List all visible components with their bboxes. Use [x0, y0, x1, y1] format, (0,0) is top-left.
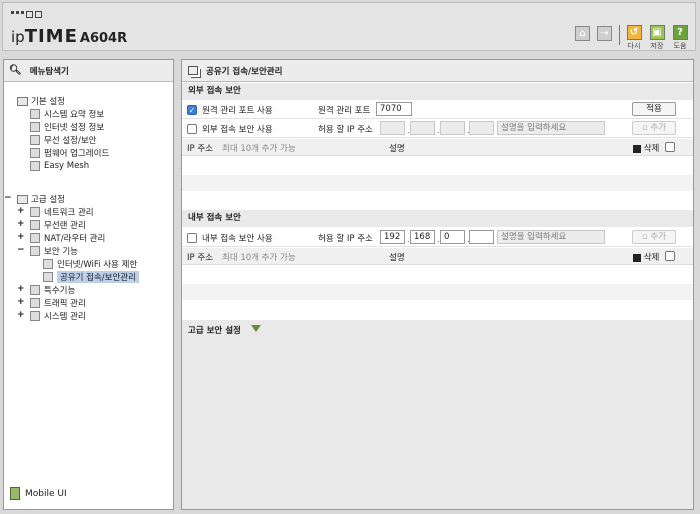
wireless-icon: [30, 135, 40, 145]
tree-item-security[interactable]: − 보안 기능: [17, 245, 78, 257]
expand-icon[interactable]: +: [17, 297, 25, 307]
page-icon: [43, 259, 53, 269]
delete-all-control[interactable]: 삭제: [633, 251, 659, 263]
logout-icon[interactable]: →: [597, 26, 612, 41]
description-input[interactable]: 설명을 입력하세요: [497, 230, 605, 244]
tree-item-system-summary[interactable]: 시스템 요약 정보: [30, 108, 104, 120]
internal-section-title: 내부 접속 보안: [182, 210, 693, 227]
menu-explorer-header: 🔍︎ 메뉴탐색기: [4, 60, 173, 82]
expand-triangle-icon[interactable]: [251, 325, 261, 332]
top-header: ipTIME A604R ⌂ → ↺ 다시 ▣ 저장 ? 도움: [2, 2, 696, 51]
windows-icon: [188, 66, 198, 75]
search-icon: 🔍︎: [9, 65, 22, 76]
empty-row: [182, 175, 693, 191]
network-icon: [30, 122, 40, 132]
collapse-icon[interactable]: −: [4, 193, 12, 203]
folder-gear-icon: [17, 96, 28, 106]
refresh-button[interactable]: ↺ 다시: [623, 25, 645, 51]
ip-octet-1[interactable]: 192: [380, 230, 405, 244]
traffic-icon: [30, 298, 40, 308]
tree-item-firmware[interactable]: 펌웨어 업그레이드: [30, 147, 109, 159]
page-title: 공유기 접속/보안관리: [206, 66, 283, 77]
main-panel: 공유기 접속/보안관리 외부 접속 보안 ✓ 원격 관리 포트 사용 원격 관리…: [181, 59, 694, 510]
save-button[interactable]: ▣ 저장: [646, 25, 668, 51]
header-divider: [619, 25, 620, 45]
tree-item-access-security[interactable]: 공유기 접속/보안관리: [43, 271, 139, 283]
select-all-checkbox[interactable]: [665, 251, 675, 261]
page-icon: [43, 272, 53, 282]
empty-row: [182, 284, 693, 300]
remote-port-row: ✓ 원격 관리 포트 사용 원격 관리 포트 7070 적용: [182, 101, 693, 119]
delete-all-control[interactable]: 삭제: [633, 142, 659, 154]
home-icon[interactable]: ⌂: [575, 26, 590, 41]
mobile-icon: [10, 487, 20, 500]
mobile-ui-link[interactable]: Mobile UI: [10, 487, 67, 500]
internal-access-checkbox[interactable]: [187, 233, 197, 243]
ip-octet-3[interactable]: [440, 121, 465, 135]
folder-icon: [30, 285, 40, 295]
mesh-icon: [30, 161, 40, 171]
plus-icon: ▫: [641, 232, 648, 242]
lock-icon: [30, 246, 40, 256]
help-icon: ?: [672, 25, 688, 40]
tree-item-system[interactable]: + 시스템 관리: [17, 310, 86, 322]
tree-item-internet-limit[interactable]: 인터넷/WiFi 사용 제한: [43, 258, 137, 270]
tree-item-wlan[interactable]: + 무선랜 관리: [17, 219, 86, 231]
iptime-logo: ipTIME A604R: [11, 26, 128, 47]
plus-icon: ▫: [641, 123, 648, 133]
expand-icon[interactable]: +: [17, 219, 25, 229]
ip-octet-1[interactable]: [380, 121, 405, 135]
wireless-icon: [30, 220, 40, 230]
page-header: 공유기 접속/보안관리: [182, 60, 693, 82]
network-icon: [30, 207, 40, 217]
expand-icon[interactable]: +: [17, 206, 25, 216]
expand-icon[interactable]: +: [17, 310, 25, 320]
description-input[interactable]: 설명을 입력하세요: [497, 121, 605, 135]
external-access-row: 외부 접속 보안 사용 허용 할 IP 주소 . . . 설명을 입력하세요 ▫…: [182, 120, 693, 138]
expand-icon[interactable]: +: [17, 232, 25, 242]
external-list-header: IP 주소 최대 10개 추가 가능 설명 삭제: [182, 139, 693, 156]
add-button[interactable]: ▫ 추가: [632, 121, 676, 135]
tree-advanced-settings[interactable]: − 고급 설정: [4, 193, 65, 205]
expand-icon[interactable]: +: [17, 284, 25, 294]
select-all-checkbox[interactable]: [665, 142, 675, 152]
ip-octet-4[interactable]: [469, 121, 494, 135]
apply-button[interactable]: 적용: [632, 102, 676, 116]
minus-icon: [633, 144, 641, 153]
folder-gear-icon: [17, 194, 28, 204]
chart-icon: [30, 109, 40, 119]
tree-item-nat[interactable]: + NAT/라우터 관리: [17, 232, 105, 244]
tree-item-network[interactable]: + 네트워크 관리: [17, 206, 94, 218]
brand-dots-icon: [11, 11, 42, 18]
add-button[interactable]: ▫ 추가: [632, 230, 676, 244]
menu-explorer-panel: 🔍︎ 메뉴탐색기 기본 설정 시스템 요약 정보 인터넷 설정 정보 무선 설정…: [3, 59, 174, 510]
chart-icon: [30, 311, 40, 321]
collapse-icon[interactable]: −: [17, 245, 25, 255]
tree-item-internet-info[interactable]: 인터넷 설정 정보: [30, 121, 104, 133]
refresh-icon: ↺: [626, 25, 642, 40]
remote-port-input[interactable]: 7070: [376, 102, 412, 116]
tree-item-special[interactable]: + 특수기능: [17, 284, 75, 296]
router-icon: [30, 233, 40, 243]
ip-octet-4[interactable]: [469, 230, 494, 244]
ip-octet-3[interactable]: 0: [440, 230, 465, 244]
remote-port-checkbox[interactable]: ✓: [187, 105, 197, 115]
external-access-checkbox[interactable]: [187, 124, 197, 134]
internal-list-header: IP 주소 최대 10개 추가 가능 설명 삭제: [182, 248, 693, 265]
firmware-icon: [30, 148, 40, 158]
advanced-security-toggle[interactable]: 고급 보안 설정: [188, 324, 241, 336]
external-section-title: 외부 접속 보안: [182, 83, 693, 100]
ip-octet-2[interactable]: 168: [410, 230, 435, 244]
help-button[interactable]: ? 도움: [669, 25, 691, 51]
tree-basic-settings[interactable]: 기본 설정: [17, 95, 65, 107]
save-icon: ▣: [649, 25, 665, 40]
tree-item-easy-mesh[interactable]: Easy Mesh: [30, 160, 89, 172]
minus-icon: [633, 253, 641, 262]
internal-access-row: 내부 접속 보안 사용 허용 할 IP 주소 192 . 168 . 0 . 설…: [182, 229, 693, 247]
tree-item-traffic[interactable]: + 트래픽 관리: [17, 297, 86, 309]
ip-octet-2[interactable]: [410, 121, 435, 135]
advanced-security-section: 고급 보안 설정: [182, 320, 693, 509]
tree-item-wireless[interactable]: 무선 설정/보안: [30, 134, 97, 146]
